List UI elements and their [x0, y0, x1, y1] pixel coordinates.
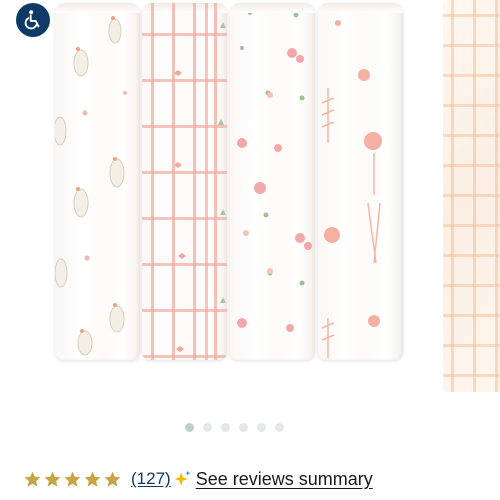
star-icon: [44, 471, 61, 487]
carousel-dot[interactable]: [256, 423, 266, 432]
star-rating: [23, 470, 122, 489]
rating-summary: (127) See reviews summary: [23, 467, 373, 491]
carousel-dot[interactable]: [220, 423, 230, 432]
review-count-link[interactable]: (127): [131, 469, 171, 489]
next-image-peek[interactable]: [443, 0, 500, 392]
accessibility-icon: [24, 10, 40, 30]
carousel-dot[interactable]: [274, 423, 284, 432]
swaddle-geese-image: [55, 3, 140, 360]
swaddle-grid-image: [142, 3, 227, 360]
star-icon: [24, 471, 41, 487]
carousel-pagination: [0, 423, 484, 435]
star-icon: [84, 471, 101, 487]
accessibility-button[interactable]: [16, 3, 50, 37]
star-icon: [104, 471, 121, 487]
carousel-dot[interactable]: [202, 423, 212, 432]
star-icon: [64, 471, 81, 487]
see-reviews-summary-link[interactable]: See reviews summary: [196, 469, 373, 490]
product-image-carousel[interactable]: [0, 0, 500, 400]
swaddle-floral-image: [230, 3, 315, 360]
carousel-dot[interactable]: [238, 423, 248, 432]
sparkle-icon: [174, 470, 191, 486]
swaddle-botanical-image: [318, 3, 403, 360]
carousel-dot[interactable]: [184, 423, 194, 432]
